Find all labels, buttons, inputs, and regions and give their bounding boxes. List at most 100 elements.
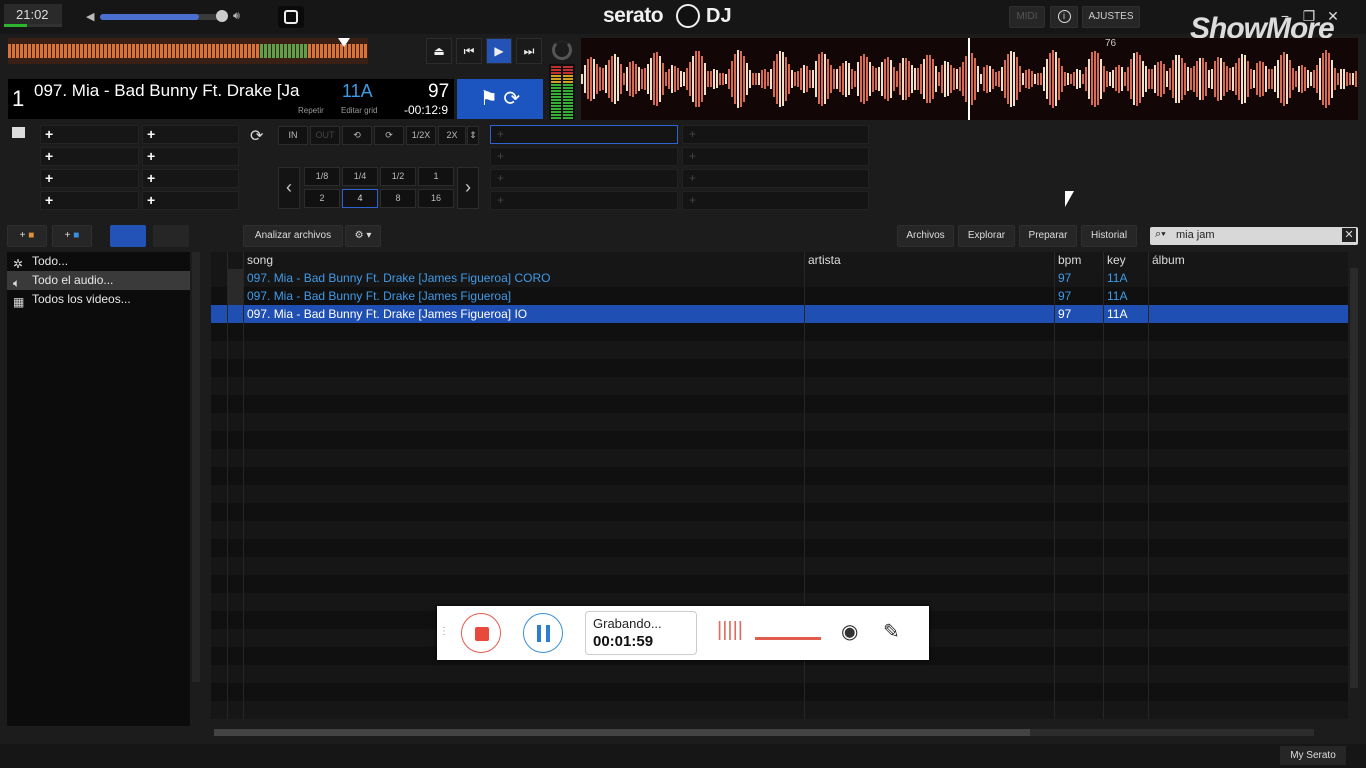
hotcue-slot[interactable]: + bbox=[682, 147, 869, 166]
sidebar-item[interactable]: 🔈︎ Todo el audio... bbox=[7, 271, 190, 290]
quantize-button[interactable] bbox=[278, 6, 304, 28]
loop-half-button[interactable]: 1/2X bbox=[406, 126, 436, 145]
table-row[interactable] bbox=[211, 359, 1348, 377]
loop-stepper-icon[interactable]: ⇕ bbox=[467, 126, 479, 145]
my-serato-button[interactable]: My Serato bbox=[1280, 746, 1346, 765]
table-row[interactable] bbox=[211, 557, 1348, 575]
drag-handle-icon[interactable]: ⋮ bbox=[439, 626, 449, 637]
loop-size-button[interactable]: 1/8 bbox=[304, 167, 340, 186]
loop-size-button[interactable]: 8 bbox=[380, 189, 416, 208]
search-input[interactable]: mia jam bbox=[1176, 229, 1215, 241]
column-bpm[interactable]: bpm bbox=[1054, 252, 1103, 269]
info-button[interactable]: i bbox=[1050, 6, 1078, 28]
loop-size-button[interactable]: 1/4 bbox=[342, 167, 378, 186]
loop-size-button[interactable]: 2 bbox=[304, 189, 340, 208]
table-row[interactable] bbox=[211, 503, 1348, 521]
column-artist[interactable]: artista bbox=[804, 252, 1054, 269]
table-row[interactable] bbox=[211, 575, 1348, 593]
table-row[interactable]: 097. Mia - Bad Bunny Ft. Drake [James Fi… bbox=[211, 305, 1348, 323]
analyze-files-button[interactable]: Analizar archivos bbox=[243, 225, 343, 247]
hotcue-slot[interactable]: + bbox=[490, 125, 678, 144]
hotcue-slot[interactable]: + bbox=[682, 125, 869, 144]
audio-bars-icon[interactable]: ||||| bbox=[717, 619, 743, 642]
audio-level-slider[interactable] bbox=[755, 637, 821, 640]
master-volume-slider[interactable] bbox=[100, 14, 224, 20]
table-row[interactable]: 097. Mia - Bad Bunny Ft. Drake [James Fi… bbox=[211, 287, 1348, 305]
hotcue-slot[interactable]: + bbox=[682, 191, 869, 210]
loop-size-button[interactable]: 16 bbox=[418, 189, 454, 208]
table-row[interactable] bbox=[211, 665, 1348, 683]
sidebar-scrollbar[interactable] bbox=[192, 252, 200, 682]
cue-slot[interactable]: + bbox=[40, 125, 139, 144]
volume-down-icon[interactable]: ◀ bbox=[86, 10, 94, 23]
midi-button[interactable]: MIDI bbox=[1009, 6, 1045, 28]
table-row[interactable] bbox=[211, 395, 1348, 413]
list-view-button[interactable] bbox=[110, 225, 146, 247]
table-row[interactable] bbox=[211, 341, 1348, 359]
loop-out-button[interactable]: OUT bbox=[310, 126, 340, 145]
webcam-icon[interactable]: ◉ bbox=[841, 619, 858, 644]
column-song[interactable]: song bbox=[243, 252, 804, 269]
loop-size-button[interactable]: 4 bbox=[342, 189, 378, 208]
add-smart-crate-button[interactable]: + ■ bbox=[52, 225, 92, 247]
restore-icon[interactable]: ❐ bbox=[1298, 6, 1320, 26]
table-row[interactable] bbox=[211, 467, 1348, 485]
tab-explorar[interactable]: Explorar bbox=[958, 225, 1015, 247]
loop-double-button[interactable]: 2X bbox=[438, 126, 466, 145]
clear-search-icon[interactable]: ✕ bbox=[1342, 228, 1356, 242]
tab-archivos[interactable]: Archivos bbox=[897, 225, 954, 247]
column-album[interactable]: álbum bbox=[1148, 252, 1348, 269]
table-row[interactable] bbox=[211, 521, 1348, 539]
volume-knob[interactable] bbox=[216, 10, 228, 22]
table-row[interactable]: 097. Mia - Bad Bunny Ft. Drake [James Fi… bbox=[211, 269, 1348, 287]
loop-size-button[interactable]: 1 bbox=[418, 167, 454, 186]
close-icon[interactable]: ✕ bbox=[1322, 6, 1344, 26]
tab-historial[interactable]: Historial bbox=[1081, 225, 1137, 247]
table-row[interactable] bbox=[211, 701, 1348, 719]
table-row[interactable] bbox=[211, 377, 1348, 395]
sidebar-item[interactable]: ✲ Todo... bbox=[7, 252, 190, 271]
table-row[interactable] bbox=[211, 413, 1348, 431]
hotcue-slot[interactable]: + bbox=[490, 169, 678, 188]
repeat-label[interactable]: Repetir bbox=[298, 106, 324, 115]
table-vertical-scrollbar[interactable] bbox=[1350, 268, 1358, 688]
table-horizontal-scrollbar[interactable] bbox=[214, 729, 1314, 736]
minimize-icon[interactable]: − bbox=[1274, 6, 1296, 26]
previous-button[interactable]: ⏮ bbox=[456, 38, 482, 64]
hotcue-slot[interactable]: + bbox=[490, 191, 678, 210]
loop-icon[interactable]: ⟳ bbox=[250, 126, 263, 146]
search-field[interactable]: ⌕▾ mia jam ✕ bbox=[1150, 227, 1358, 245]
sync-button[interactable]: ⚑ ⟳ bbox=[457, 79, 543, 119]
table-row[interactable] bbox=[211, 683, 1348, 701]
cue-slot[interactable]: + bbox=[40, 169, 139, 188]
stop-recording-button[interactable] bbox=[461, 613, 501, 653]
pause-recording-button[interactable] bbox=[523, 613, 563, 653]
tab-preparar[interactable]: Preparar bbox=[1019, 225, 1077, 247]
track-overview[interactable] bbox=[8, 38, 368, 64]
volume-up-icon[interactable]: 🔊︎ bbox=[233, 10, 240, 23]
loop-prev-icon[interactable]: ‹ bbox=[278, 167, 300, 209]
loop-reloop-icon[interactable]: ⟲ bbox=[342, 126, 372, 145]
column-key[interactable]: key bbox=[1103, 252, 1148, 269]
cue-slot[interactable]: + bbox=[40, 191, 139, 210]
loop-next-icon[interactable]: › bbox=[457, 167, 479, 209]
cue-slot[interactable]: + bbox=[40, 147, 139, 166]
loop-toggle-icon[interactable]: ⟳ bbox=[374, 126, 404, 145]
cue-slot[interactable]: + bbox=[142, 147, 239, 166]
cue-slot[interactable]: + bbox=[142, 191, 239, 210]
settings-gear-icon[interactable]: ⚙ ▾ bbox=[345, 225, 381, 247]
edit-grid-label[interactable]: Editar grid bbox=[341, 106, 377, 115]
table-row[interactable] bbox=[211, 449, 1348, 467]
cue-slot[interactable]: + bbox=[142, 169, 239, 188]
add-crate-button[interactable]: + ■ bbox=[7, 225, 47, 247]
settings-button[interactable]: AJUSTES bbox=[1082, 6, 1140, 28]
play-button[interactable]: ▶ bbox=[486, 38, 512, 64]
hotcue-slot[interactable]: + bbox=[490, 147, 678, 166]
next-button[interactable]: ⏭ bbox=[516, 38, 542, 64]
table-row[interactable] bbox=[211, 539, 1348, 557]
table-row[interactable] bbox=[211, 485, 1348, 503]
eject-button[interactable]: ⏏ bbox=[426, 38, 452, 64]
cue-slot[interactable]: + bbox=[142, 125, 239, 144]
loop-in-button[interactable]: IN bbox=[278, 126, 308, 145]
pencil-icon[interactable]: ✎ bbox=[883, 619, 900, 644]
